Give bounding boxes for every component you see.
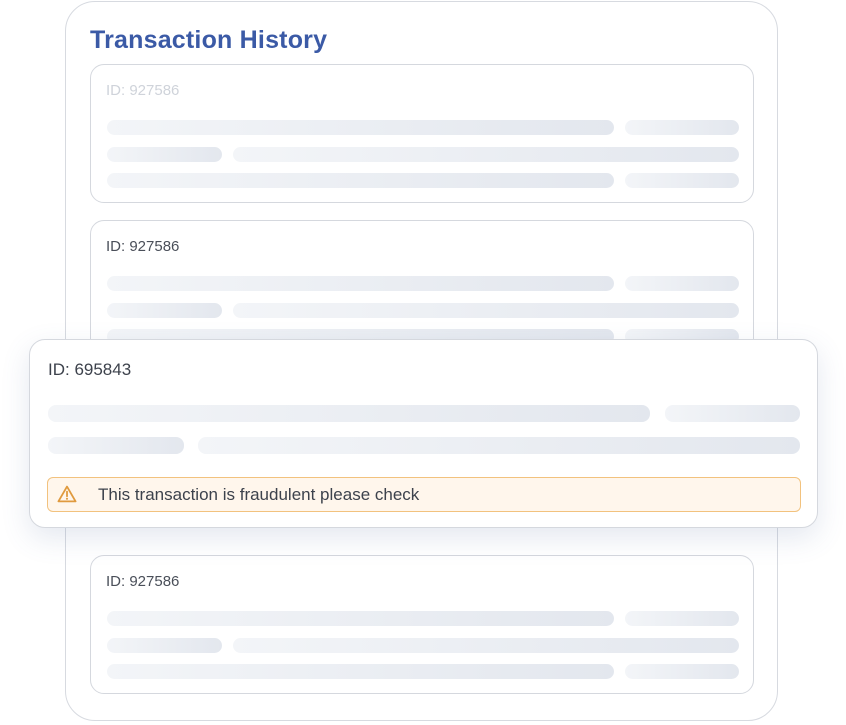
skeleton-line	[107, 173, 614, 188]
skeleton-line	[625, 173, 739, 188]
skeleton-line	[233, 303, 739, 318]
skeleton-line	[665, 405, 800, 422]
transaction-id: ID: 695843	[48, 360, 132, 379]
skeleton-line	[107, 147, 222, 162]
flagged-transaction-card[interactable]: ID: 695843 This transaction is fraudulen…	[29, 339, 818, 528]
warning-triangle-icon	[57, 485, 77, 503]
skeleton-line	[107, 303, 222, 318]
skeleton-line	[625, 120, 739, 135]
skeleton-line	[233, 147, 739, 162]
panel-title: Transaction History	[90, 26, 328, 54]
skeleton-line	[198, 437, 800, 454]
skeleton-line	[107, 120, 614, 135]
fraud-alert-message: This transaction is fraudulent please ch…	[98, 485, 420, 504]
skeleton-line	[107, 664, 614, 679]
skeleton-line	[48, 437, 184, 454]
skeleton-line	[107, 276, 614, 291]
skeleton-line	[107, 611, 614, 626]
transaction-card[interactable]: ID: 927586	[90, 555, 754, 694]
transaction-id: ID: 927586	[106, 573, 180, 590]
skeleton-line	[625, 276, 739, 291]
transaction-history-view: Transaction History ID: 927586 ID: 92758…	[0, 0, 846, 725]
transaction-id: ID: 927586	[106, 82, 180, 99]
skeleton-line	[625, 664, 739, 679]
skeleton-line	[48, 405, 650, 422]
skeleton-line	[625, 611, 739, 626]
fraud-alert[interactable]: This transaction is fraudulent please ch…	[47, 477, 801, 512]
skeleton-line	[107, 638, 222, 653]
transaction-id: ID: 927586	[106, 238, 180, 255]
skeleton-line	[233, 638, 739, 653]
transaction-card[interactable]: ID: 927586	[90, 64, 754, 203]
